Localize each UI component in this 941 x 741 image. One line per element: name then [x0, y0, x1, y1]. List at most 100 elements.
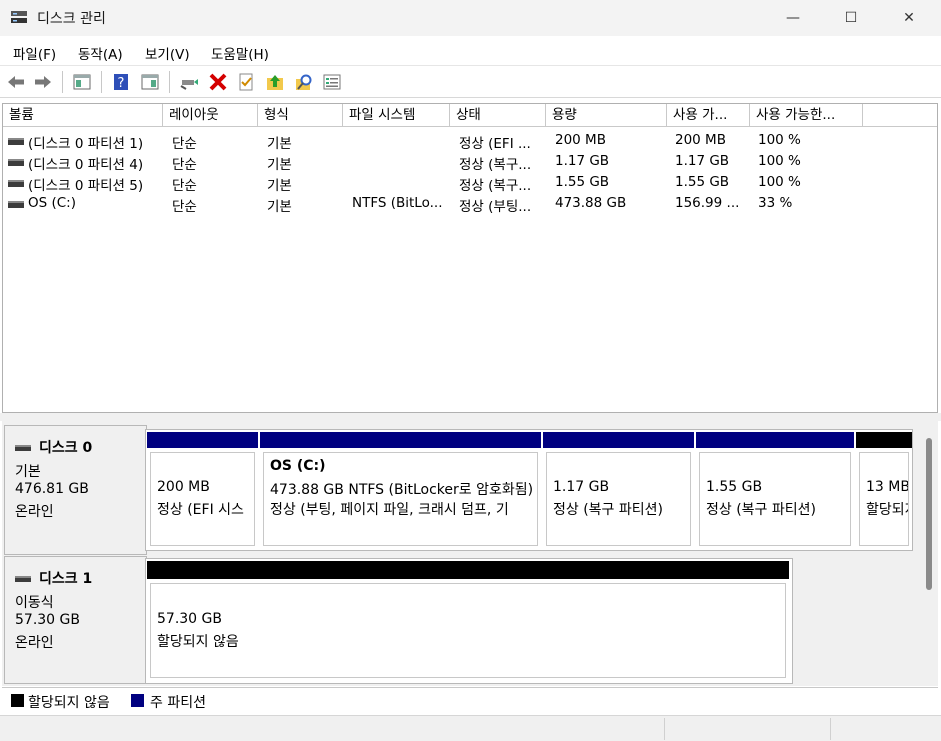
- check-icon[interactable]: [236, 72, 256, 92]
- disk-1-state: 온라인: [15, 635, 54, 651]
- partition-body: 200 MB 정상 (EFI 시스: [150, 452, 255, 546]
- minimize-icon: —: [786, 10, 800, 26]
- window-title: 디스크 관리: [37, 11, 106, 27]
- status-cell: 정상 (복구...: [459, 178, 532, 194]
- table-row[interactable]: OS (C:) 단순 기본 NTFS (BitLo... 정상 (부팅... 4…: [3, 193, 937, 215]
- legend-label-unallocated: 할당되지 않음: [28, 695, 110, 711]
- properties-icon[interactable]: [322, 72, 342, 92]
- column-header-volume[interactable]: 볼륨: [3, 104, 163, 127]
- help-icon[interactable]: ?: [111, 72, 131, 92]
- delete-icon[interactable]: [208, 72, 228, 92]
- disk-1-label[interactable]: 디스크 1 이동식 57.30 GB 온라인: [4, 556, 147, 684]
- free-space-cell: 1.17 GB: [675, 153, 730, 169]
- status-cell: 정상 (EFI ...: [459, 136, 531, 152]
- status-cell: 정상 (부팅...: [459, 199, 532, 215]
- volume-icon: [8, 159, 24, 166]
- status-cell: 정상 (복구...: [459, 157, 532, 173]
- free-space-cell: 200 MB: [675, 132, 726, 148]
- disk-0-label[interactable]: 디스크 0 기본 476.81 GB 온라인: [4, 425, 147, 555]
- partition-os-c[interactable]: OS (C:) 473.88 GB NTFS (BitLocker로 암호화됨)…: [260, 432, 541, 549]
- maximize-button[interactable]: ☐: [828, 0, 874, 36]
- status-bar: [0, 715, 941, 741]
- disk-0-type: 기본: [15, 464, 41, 480]
- close-icon: ✕: [903, 10, 915, 26]
- partition-size: 13 MB: [866, 479, 909, 495]
- volume-cell: (디스크 0 파티션 5): [28, 178, 144, 194]
- partition-recovery-2[interactable]: 1.55 GB 정상 (복구 파티션): [696, 432, 854, 549]
- table-row[interactable]: (디스크 0 파티션 4) 단순 기본 정상 (복구... 1.17 GB 1.…: [3, 151, 937, 173]
- search-icon[interactable]: [294, 72, 314, 92]
- file-system-cell: NTFS (BitLo...: [352, 195, 443, 211]
- pane-splitter[interactable]: [0, 413, 941, 421]
- partition-status: 정상 (부팅, 페이지 파일, 크래시 덤프, 기: [270, 502, 509, 518]
- partition-bar: [856, 432, 912, 448]
- maximize-icon: ☐: [844, 10, 858, 26]
- column-header-free-space[interactable]: 사용 가...: [667, 104, 750, 127]
- disk-0-state: 온라인: [15, 504, 54, 520]
- partition-body: 1.17 GB 정상 (복구 파티션): [546, 452, 691, 546]
- partition-body: OS (C:) 473.88 GB NTFS (BitLocker로 암호화됨)…: [263, 452, 538, 546]
- toolbar-separator: [169, 71, 170, 93]
- up-folder-icon[interactable]: [265, 72, 285, 92]
- back-icon[interactable]: [6, 72, 26, 92]
- disk-icon: [15, 445, 31, 451]
- column-header-file-system[interactable]: 파일 시스템: [343, 104, 450, 127]
- layout-cell: 단순: [172, 136, 197, 152]
- partition-unallocated[interactable]: 13 MB 할당되지 않음: [856, 432, 912, 549]
- partition-title: OS (C:): [270, 458, 326, 474]
- show-action-pane-icon[interactable]: [140, 72, 160, 92]
- column-header-capacity[interactable]: 용량: [546, 104, 667, 127]
- menu-view[interactable]: 보기(V): [145, 43, 190, 63]
- column-header-layout[interactable]: 레이아웃: [163, 104, 258, 127]
- partition-body: 57.30 GB 할당되지 않음: [150, 583, 786, 678]
- volume-icon: [8, 201, 24, 208]
- free-space-cell: 1.55 GB: [675, 174, 730, 190]
- layout-cell: 단순: [172, 157, 197, 173]
- partition-size: 200 MB: [157, 479, 210, 495]
- table-row[interactable]: (디스크 0 파티션 1) 단순 기본 정상 (EFI ... 200 MB 2…: [3, 130, 937, 152]
- partition-status: 할당되지 않음: [157, 634, 239, 650]
- volume-icon: [8, 138, 24, 145]
- free-space-cell: 156.99 ...: [675, 195, 740, 211]
- column-header-percent-free[interactable]: 사용 가능한...: [750, 104, 863, 127]
- menu-action[interactable]: 동작(A): [78, 43, 123, 63]
- volume-cell: (디스크 0 파티션 4): [28, 157, 144, 173]
- toolbar-separator: [62, 71, 63, 93]
- scrollbar-thumb[interactable]: [926, 438, 932, 590]
- capacity-cell: 473.88 GB: [555, 195, 627, 211]
- partition-efi[interactable]: 200 MB 정상 (EFI 시스: [147, 432, 258, 549]
- forward-icon[interactable]: [33, 72, 53, 92]
- menu-bar: 파일(F) 동작(A) 보기(V) 도움말(H): [0, 36, 941, 66]
- volume-cell: OS (C:): [28, 195, 76, 211]
- type-cell: 기본: [267, 178, 292, 194]
- partition-unallocated-disk-1[interactable]: 57.30 GB 할당되지 않음: [147, 561, 789, 681]
- partition-status: 정상 (EFI 시스: [157, 502, 244, 518]
- disk-0-name: 디스크 0: [15, 437, 92, 457]
- partition-body: 13 MB 할당되지 않음: [859, 452, 909, 546]
- partition-bar: [543, 432, 694, 448]
- column-header-status[interactable]: 상태: [450, 104, 546, 127]
- close-window-button[interactable]: ✕: [886, 0, 932, 36]
- volume-cell: (디스크 0 파티션 1): [28, 136, 144, 152]
- menu-help[interactable]: 도움말(H): [211, 43, 269, 63]
- minimize-button[interactable]: —: [770, 0, 816, 36]
- graphical-view-scrollbar[interactable]: [921, 421, 938, 686]
- disk-1-size: 57.30 GB: [15, 612, 80, 628]
- partition-recovery-1[interactable]: 1.17 GB 정상 (복구 파티션): [543, 432, 694, 549]
- connect-icon[interactable]: [179, 72, 199, 92]
- percent-free-cell: 100 %: [758, 132, 801, 148]
- partition-size: 57.30 GB: [157, 611, 222, 627]
- layout-cell: 단순: [172, 199, 197, 215]
- capacity-cell: 1.55 GB: [555, 174, 610, 190]
- menu-file[interactable]: 파일(F): [13, 43, 56, 63]
- legend-swatch-primary: [131, 694, 144, 707]
- status-divider: [664, 718, 665, 740]
- capacity-cell: 200 MB: [555, 132, 606, 148]
- volume-icon: [8, 180, 24, 187]
- disk-graphical-view: 디스크 0 기본 476.81 GB 온라인 200 MB 정상 (EFI 시스…: [2, 421, 921, 686]
- show-hide-console-tree-icon[interactable]: [72, 72, 92, 92]
- legend-swatch-unallocated: [11, 694, 24, 707]
- table-row[interactable]: (디스크 0 파티션 5) 단순 기본 정상 (복구... 1.55 GB 1.…: [3, 172, 937, 194]
- column-header-type[interactable]: 형식: [258, 104, 343, 127]
- partition-bar: [260, 432, 541, 448]
